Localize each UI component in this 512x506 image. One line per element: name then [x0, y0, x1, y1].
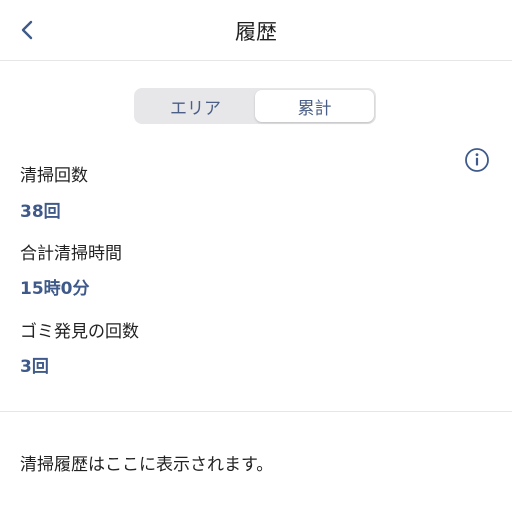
stat-label-cleaning-count: 清掃回数 — [20, 166, 88, 186]
info-button[interactable] — [464, 147, 490, 173]
stat-label-total-time: 合計清掃時間 — [20, 244, 122, 264]
page-title: 履歴 — [235, 20, 277, 44]
segment-cumulative[interactable]: 累計 — [255, 90, 374, 122]
stat-value-dirt-detected: 3回 — [20, 357, 49, 377]
segment-area[interactable]: エリア — [136, 90, 255, 122]
section-divider — [0, 411, 512, 412]
segmented-control: エリア 累計 — [134, 88, 376, 124]
header-bar: 履歴 — [0, 0, 512, 61]
history-empty-message: 清掃履歴はここに表示されます。 — [20, 455, 274, 475]
stat-label-dirt-detected: ゴミ発見の回数 — [20, 322, 139, 342]
info-circle-icon — [465, 148, 489, 172]
stat-value-total-time: 15時0分 — [20, 279, 90, 299]
stat-value-cleaning-count: 38回 — [20, 202, 61, 222]
